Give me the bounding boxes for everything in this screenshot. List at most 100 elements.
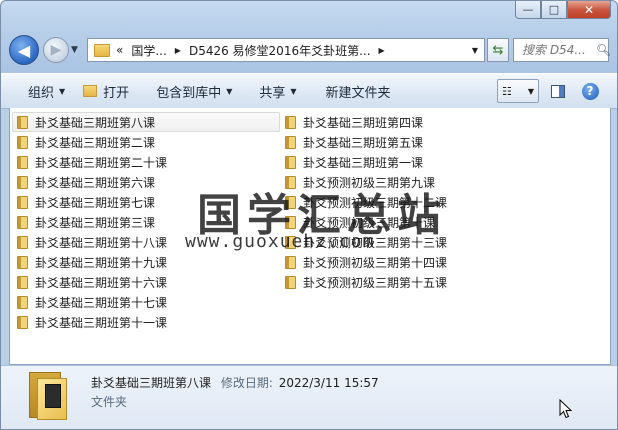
folder-icon xyxy=(285,275,296,289)
file-name: 卦爻预测初级三期第十二课 xyxy=(303,195,448,210)
folder-icon xyxy=(94,43,110,57)
list-item[interactable]: 卦爻基础三期班第十八课 xyxy=(12,232,280,252)
list-item[interactable]: 卦爻基础三期班第十七课 xyxy=(12,292,280,312)
folder-icon xyxy=(285,155,296,169)
list-item[interactable]: 卦爻预测初级三期第十二课 xyxy=(280,192,480,212)
search-icon[interactable]: 🔍︎ xyxy=(596,43,611,57)
folder-icon xyxy=(17,315,28,329)
folder-large-icon xyxy=(29,370,67,420)
address-bar[interactable]: « 国学... ▶ D5426 易修堂2016年爻卦班第... ▶ ▼ xyxy=(87,38,485,62)
list-item[interactable]: 卦爻基础三期班第十一课 xyxy=(12,312,280,332)
file-name: 卦爻基础三期班第一课 xyxy=(303,155,424,170)
file-name: 卦爻基础三期班第十一课 xyxy=(35,315,168,330)
file-name: 卦爻基础三期班第十六课 xyxy=(35,275,168,290)
file-name: 卦爻基础三期班第十九课 xyxy=(35,255,168,270)
search-box[interactable]: 🔍︎ xyxy=(513,38,611,62)
breadcrumb-item-current[interactable]: D5426 易修堂2016年爻卦班第... xyxy=(189,42,371,59)
details-summary: 卦爻基础三期班第八课 修改日期: 2022/3/11 15:57 xyxy=(91,374,379,391)
breadcrumb: « 国学... ▶ D5426 易修堂2016年爻卦班第... ▶ xyxy=(116,42,393,59)
history-dropdown-icon[interactable]: ▼ xyxy=(71,45,78,55)
chevron-down-icon: ▼ xyxy=(59,86,66,96)
view-options-button[interactable]: ☷ ▼ xyxy=(497,79,539,103)
file-name: 卦爻基础三期班第五课 xyxy=(303,135,424,150)
list-item[interactable]: 卦爻预测初级三期第十四课 xyxy=(280,252,480,272)
share-menu[interactable]: 共享 ▼ xyxy=(241,82,305,101)
details-modified-value: 2022/3/11 15:57 xyxy=(278,376,379,390)
refresh-button[interactable]: ⇆ xyxy=(487,38,509,62)
organize-menu[interactable]: 组织 ▼ xyxy=(1,82,74,101)
list-item[interactable]: 卦爻预测初级三期第十三课 xyxy=(280,232,480,252)
folder-icon xyxy=(17,255,28,269)
folder-icon xyxy=(17,275,28,289)
include-in-library-menu[interactable]: 包含到库中 ▼ xyxy=(138,82,241,101)
file-name: 卦爻预测初级三期第十三课 xyxy=(303,235,448,250)
folder-icon xyxy=(17,235,28,249)
chevron-down-icon: ▼ xyxy=(527,86,534,96)
list-item[interactable]: 卦爻基础三期班第五课 xyxy=(280,132,480,152)
folder-icon xyxy=(17,115,28,129)
caption-buttons: — □ ✕ xyxy=(515,1,611,19)
maximize-button[interactable]: □ xyxy=(541,1,567,19)
navigation-bar: ◀ ▶ ▼ « 国学... ▶ D5426 易修堂2016年爻卦班第... ▶ … xyxy=(9,35,611,67)
list-item[interactable]: 卦爻基础三期班第四课 xyxy=(280,112,480,132)
open-label: 打开 xyxy=(103,85,130,101)
folder-icon xyxy=(17,195,28,209)
file-name: 卦爻预测初级三期第十四课 xyxy=(303,255,448,270)
file-name: 卦爻基础三期班第二课 xyxy=(35,135,156,150)
file-name: 卦爻预测初级三期第十课 xyxy=(303,215,436,230)
list-item[interactable]: 卦爻基础三期班第八课 xyxy=(12,112,280,132)
file-name: 卦爻基础三期班第八课 xyxy=(35,115,156,130)
include-in-library-label: 包含到库中 xyxy=(156,85,222,101)
organize-label: 组织 xyxy=(28,85,55,101)
folder-open-icon xyxy=(83,85,98,97)
list-item[interactable]: 卦爻预测初级三期第九课 xyxy=(280,172,480,192)
address-dropdown-icon[interactable]: ▼ xyxy=(472,46,478,55)
open-button[interactable]: 打开 xyxy=(74,82,138,101)
details-name: 卦爻基础三期班第八课 xyxy=(91,376,212,390)
list-item[interactable]: 卦爻基础三期班第三课 xyxy=(12,212,280,232)
file-name: 卦爻基础三期班第二十课 xyxy=(35,155,168,170)
file-list[interactable]: 卦爻基础三期班第八课 卦爻基础三期班第二课 卦爻基础三期班第二十课 卦爻基础三期… xyxy=(9,108,611,365)
search-input[interactable] xyxy=(520,42,594,58)
back-button[interactable]: ◀ xyxy=(9,35,39,65)
list-item[interactable]: 卦爻基础三期班第十九课 xyxy=(12,252,280,272)
list-item[interactable]: 卦爻基础三期班第十六课 xyxy=(12,272,280,292)
details-modified-label: 修改日期: xyxy=(220,376,273,390)
file-name: 卦爻基础三期班第十七课 xyxy=(35,295,168,310)
folder-icon xyxy=(285,195,296,209)
breadcrumb-item-guoxue[interactable]: 国学... xyxy=(131,42,166,59)
file-name: 卦爻基础三期班第六课 xyxy=(35,175,156,190)
preview-pane-button[interactable] xyxy=(545,79,571,103)
preview-pane-icon xyxy=(551,84,565,98)
mouse-cursor-icon xyxy=(559,399,573,419)
new-folder-label: 新建文件夹 xyxy=(325,85,391,101)
refresh-icon: ⇆ xyxy=(492,42,504,58)
file-name: 卦爻预测初级三期第九课 xyxy=(303,175,436,190)
close-button[interactable]: ✕ xyxy=(567,1,611,19)
list-item[interactable]: 卦爻基础三期班第一课 xyxy=(280,152,480,172)
list-item[interactable]: 卦爻预测初级三期第十课 xyxy=(280,212,480,232)
chevron-right-icon[interactable]: ▶ xyxy=(379,46,385,55)
list-item[interactable]: 卦爻基础三期班第二课 xyxy=(12,132,280,152)
folder-icon xyxy=(285,235,296,249)
list-item[interactable]: 卦爻预测初级三期第十五课 xyxy=(280,272,480,292)
forward-button[interactable]: ▶ xyxy=(43,37,69,63)
minimize-button[interactable]: — xyxy=(515,1,541,19)
chevron-right-icon[interactable]: ▶ xyxy=(175,46,181,55)
list-item[interactable]: 卦爻基础三期班第六课 xyxy=(12,172,280,192)
file-name: 卦爻基础三期班第十八课 xyxy=(35,235,168,250)
back-arrow-icon: ◀ xyxy=(17,40,31,60)
folder-icon xyxy=(17,155,28,169)
folder-icon xyxy=(17,295,28,309)
file-name: 卦爻基础三期班第四课 xyxy=(303,115,424,130)
chevron-down-icon: ▼ xyxy=(226,86,233,96)
help-button[interactable]: ? xyxy=(577,79,603,103)
list-item[interactable]: 卦爻基础三期班第七课 xyxy=(12,192,280,212)
folder-icon xyxy=(285,175,296,189)
folder-icon xyxy=(17,175,28,189)
list-item[interactable]: 卦爻基础三期班第二十课 xyxy=(12,152,280,172)
chevron-down-icon: ▼ xyxy=(290,86,297,96)
breadcrumb-overflow[interactable]: « xyxy=(116,43,123,57)
new-folder-button[interactable]: 新建文件夹 xyxy=(306,82,400,101)
forward-arrow-icon: ▶ xyxy=(50,42,62,58)
